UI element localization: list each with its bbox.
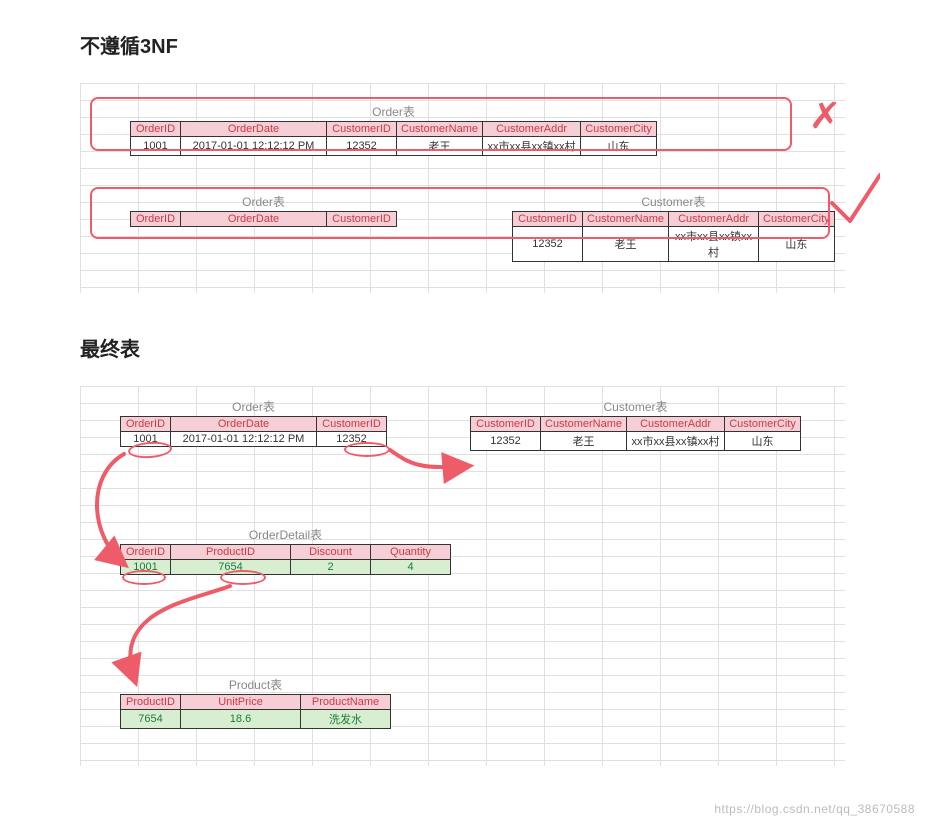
orderdetail-caption: OrderDetail表 bbox=[120, 526, 451, 544]
customer-caption: Customer表 bbox=[512, 193, 835, 211]
td-customeraddr: xx市xx县xx镇xx村 bbox=[483, 137, 581, 156]
th-unitprice: UnitPrice bbox=[181, 695, 301, 710]
td-customercity: 山东 bbox=[725, 432, 801, 451]
th-customercity: CustomerCity bbox=[759, 212, 835, 227]
th-customername: CustomerName bbox=[541, 417, 627, 432]
customer-caption: Customer表 bbox=[470, 398, 801, 416]
td-orderdate: 2017-01-01 12:12:12 PM bbox=[171, 432, 317, 447]
td-orderid: 1001 bbox=[131, 137, 181, 156]
table-row: 1001 2017-01-01 12:12:12 PM 12352 老王 xx市… bbox=[131, 137, 657, 156]
th-customerid: CustomerID bbox=[327, 122, 397, 137]
heading-violate-3nf: 不遵循3NF bbox=[80, 30, 845, 59]
td-customeraddr: xx市xx县xx镇xx村 bbox=[669, 227, 759, 262]
td-productname: 洗发水 bbox=[301, 710, 391, 729]
table-row: 1001 2017-01-01 12:12:12 PM 12352 bbox=[121, 432, 387, 447]
th-customerid: CustomerID bbox=[471, 417, 541, 432]
td-customername: 老王 bbox=[397, 137, 483, 156]
th-customername: CustomerName bbox=[583, 212, 669, 227]
th-quantity: Quantity bbox=[371, 545, 451, 560]
order-table-full: Order表 OrderID OrderDate CustomerID Cust… bbox=[130, 103, 657, 156]
th-productname: ProductName bbox=[301, 695, 391, 710]
th-customercity: CustomerCity bbox=[581, 122, 657, 137]
th-customercity: CustomerCity bbox=[725, 417, 801, 432]
th-customeraddr: CustomerAddr bbox=[627, 417, 725, 432]
th-orderid: OrderID bbox=[131, 212, 181, 227]
order-caption: Order表 bbox=[130, 193, 397, 211]
sheet-violate-3nf: Order表 OrderID OrderDate CustomerID Cust… bbox=[80, 83, 845, 293]
td-customerid: 12352 bbox=[327, 137, 397, 156]
th-customerid: CustomerID bbox=[513, 212, 583, 227]
order-table-final: Order表 OrderID OrderDate CustomerID 1001… bbox=[120, 398, 387, 447]
td-customercity: 山东 bbox=[581, 137, 657, 156]
td-unitprice: 18.6 bbox=[181, 710, 301, 729]
td-customerid: 12352 bbox=[471, 432, 541, 451]
th-customeraddr: CustomerAddr bbox=[483, 122, 581, 137]
td-orderid: 1001 bbox=[121, 560, 171, 575]
th-productid: ProductID bbox=[121, 695, 181, 710]
x-mark-icon: ✗ bbox=[808, 95, 841, 137]
customer-table-split: Customer表 CustomerID CustomerName Custom… bbox=[512, 193, 835, 262]
td-discount: 2 bbox=[291, 560, 371, 575]
td-customername: 老王 bbox=[583, 227, 669, 262]
table-row: 7654 18.6 洗发水 bbox=[121, 710, 391, 729]
th-customeraddr: CustomerAddr bbox=[669, 212, 759, 227]
td-customername: 老王 bbox=[541, 432, 627, 451]
td-customerid: 12352 bbox=[513, 227, 583, 262]
table-row: 12352 老王 xx市xx县xx镇xx村 山东 bbox=[471, 432, 801, 451]
td-customeraddr: xx市xx县xx镇xx村 bbox=[627, 432, 725, 451]
th-orderdate: OrderDate bbox=[171, 417, 317, 432]
td-productid: 7654 bbox=[121, 710, 181, 729]
td-orderdate: 2017-01-01 12:12:12 PM bbox=[181, 137, 327, 156]
table-row: 12352 老王 xx市xx县xx镇xx村 山东 bbox=[513, 227, 835, 262]
order-caption: Order表 bbox=[120, 398, 387, 416]
th-orderid: OrderID bbox=[131, 122, 181, 137]
th-productid: ProductID bbox=[171, 545, 291, 560]
td-productid: 7654 bbox=[171, 560, 291, 575]
td-customercity: 山东 bbox=[759, 227, 835, 262]
th-customerid: CustomerID bbox=[317, 417, 387, 432]
th-customerid: CustomerID bbox=[327, 212, 397, 227]
th-orderdate: OrderDate bbox=[181, 212, 327, 227]
th-orderdate: OrderDate bbox=[181, 122, 327, 137]
product-caption: Product表 bbox=[120, 676, 391, 694]
th-discount: Discount bbox=[291, 545, 371, 560]
customer-table-final: Customer表 CustomerID CustomerName Custom… bbox=[470, 398, 801, 451]
td-customerid: 12352 bbox=[317, 432, 387, 447]
orderdetail-table: OrderDetail表 OrderID ProductID Discount … bbox=[120, 526, 451, 575]
th-customername: CustomerName bbox=[397, 122, 483, 137]
th-orderid: OrderID bbox=[121, 417, 171, 432]
td-orderid: 1001 bbox=[121, 432, 171, 447]
td-quantity: 4 bbox=[371, 560, 451, 575]
th-orderid: OrderID bbox=[121, 545, 171, 560]
product-table: Product表 ProductID UnitPrice ProductName… bbox=[120, 676, 391, 729]
sheet-final-tables: Order表 OrderID OrderDate CustomerID 1001… bbox=[80, 386, 845, 766]
heading-final-tables: 最终表 bbox=[80, 333, 845, 362]
watermark: https://blog.csdn.net/qq_38670588 bbox=[714, 802, 915, 816]
table-row: 1001 7654 2 4 bbox=[121, 560, 451, 575]
order-table-split: Order表 OrderID OrderDate CustomerID bbox=[130, 193, 397, 227]
order-caption: Order表 bbox=[130, 103, 657, 121]
